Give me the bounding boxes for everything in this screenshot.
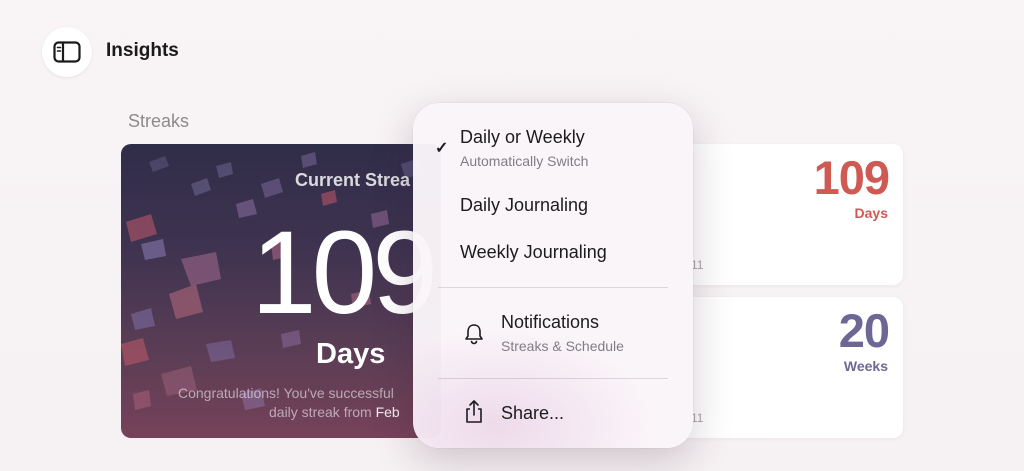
sidebar-icon xyxy=(53,41,81,63)
menu-item-daily-journaling[interactable]: Daily Journaling xyxy=(413,191,693,223)
menu-item-subtitle: Automatically Switch xyxy=(460,153,589,169)
weeks-streak-unit: Weeks xyxy=(843,358,888,374)
menu-item-daily-or-weekly[interactable]: ✓ Daily or Weekly Automatically Switch xyxy=(413,125,693,175)
streak-range-text: daily streak from Feb xyxy=(269,404,400,420)
page-title: Insights xyxy=(106,40,179,61)
menu-item-label: Share... xyxy=(501,403,565,423)
menu-item-label: Weekly Journaling xyxy=(460,242,607,262)
checkmark-icon: ✓ xyxy=(435,140,449,157)
days-streak-number: 109 xyxy=(813,151,890,204)
menu-divider xyxy=(438,378,668,379)
section-title-streaks: Streaks xyxy=(128,111,190,131)
sidebar-toggle-button[interactable] xyxy=(42,27,92,77)
menu-item-subtitle: Streaks & Schedule xyxy=(501,338,624,354)
menu-item-share[interactable]: Share... xyxy=(413,397,693,429)
streak-range-start: Feb xyxy=(375,404,400,420)
streak-options-menu: ✓ Daily or Weekly Automatically Switch D… xyxy=(413,103,693,448)
weeks-streak-number: 20 xyxy=(838,304,890,357)
menu-item-label: Daily Journaling xyxy=(460,195,589,215)
bell-icon xyxy=(465,324,483,345)
current-streak-number: 109 xyxy=(251,207,438,339)
days-streak-unit: Days xyxy=(854,205,888,221)
menu-item-label: Notifications xyxy=(501,312,600,332)
streak-range-prefix: daily streak from xyxy=(269,404,376,420)
menu-item-label: Daily or Weekly xyxy=(460,127,585,147)
menu-item-weekly-journaling[interactable]: Weekly Journaling xyxy=(413,238,693,270)
share-icon xyxy=(466,400,482,423)
congratulations-text: Congratulations! You've successful xyxy=(178,385,394,401)
menu-item-notifications[interactable]: Notifications Streaks & Schedule xyxy=(413,310,693,360)
current-streak-unit: Days xyxy=(316,338,386,370)
menu-divider xyxy=(438,287,668,288)
current-streak-card[interactable]: Current Strea 109 Days Congratulations! … xyxy=(121,144,441,438)
current-streak-label: Current Strea xyxy=(295,170,411,190)
